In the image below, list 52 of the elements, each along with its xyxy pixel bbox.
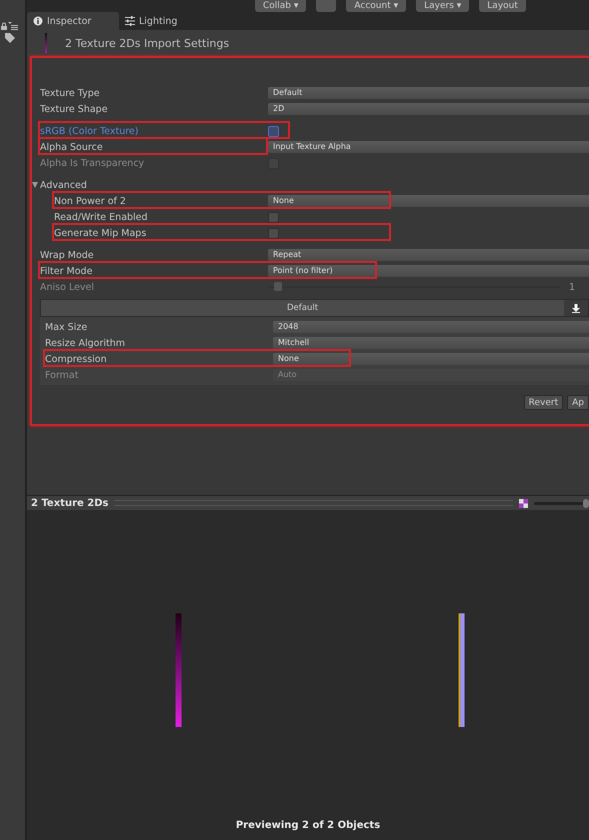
dropdown[interactable]: 2048 — [273, 321, 589, 333]
field-label: Aniso Level — [40, 282, 96, 292]
field-label: Alpha Is Transparency — [40, 158, 146, 168]
field-label: Non Power of 2 — [54, 196, 127, 206]
dropdown[interactable]: Default — [268, 87, 589, 99]
tab[interactable]: Inspector — [27, 12, 119, 30]
field-label: Alpha Source — [40, 142, 104, 152]
button[interactable]: Revert — [524, 395, 564, 410]
preview-title: 2 Texture 2Ds — [31, 498, 108, 508]
field-label: Compression — [45, 354, 108, 364]
section-label[interactable]: Advanced — [40, 180, 268, 190]
inspector-title: 2 Texture 2Ds Import Settings — [65, 36, 230, 50]
tab[interactable]: Lighting — [119, 12, 192, 30]
toolbar-button[interactable]: Account ▾ — [346, 0, 406, 12]
field-label: sRGB (Color Texture) — [40, 126, 140, 136]
platform-tab[interactable]: Default — [40, 299, 589, 317]
field-label: Wrap Mode — [40, 250, 95, 260]
dropdown[interactable]: None — [273, 353, 589, 365]
field-label: Filter Mode — [40, 266, 94, 276]
toolbar-button[interactable]: Layers ▾ — [416, 0, 470, 12]
field-label: Resize Algorithm — [45, 338, 126, 348]
dropdown[interactable]: 2D — [268, 103, 589, 115]
field-label: Format — [45, 370, 80, 380]
toolbar-button[interactable]: Collab ▾ — [255, 0, 306, 12]
tag-icon[interactable] — [4, 32, 16, 44]
info-icon — [33, 16, 43, 26]
dropdown[interactable]: None — [268, 195, 589, 207]
slider-value: 1 — [569, 282, 576, 292]
slider-thumb[interactable] — [583, 498, 589, 508]
download-button[interactable] — [564, 300, 588, 316]
checkbox[interactable] — [268, 126, 279, 136]
field-label: Generate Mip Maps — [54, 228, 148, 238]
dropdown[interactable]: Repeat — [268, 249, 589, 261]
expanded-triangle-icon[interactable] — [32, 182, 38, 188]
dropdown[interactable]: Point (no filter) — [268, 265, 589, 277]
lock-icon[interactable] — [1, 22, 7, 30]
field-label: Texture Shape — [40, 104, 109, 114]
checker-icon[interactable] — [519, 498, 528, 508]
field-label: Texture Type — [40, 88, 101, 98]
field-label: Max Size — [45, 322, 88, 332]
button[interactable]: Ap — [567, 395, 589, 410]
checkbox[interactable] — [268, 228, 279, 238]
preview-caption: Previewing 2 of 2 Objects — [234, 820, 382, 833]
menu-icon[interactable] — [8, 22, 18, 30]
field-label: Read/Write Enabled — [54, 212, 149, 222]
toolbar-button[interactable]: Layout — [479, 0, 526, 12]
dropdown[interactable]: Input Texture Alpha — [268, 141, 589, 153]
dropdown[interactable]: Mitchell — [273, 337, 589, 349]
dropdown: Auto — [273, 369, 589, 381]
checkbox[interactable] — [268, 212, 279, 222]
download-icon — [572, 304, 580, 312]
sliders-icon — [125, 16, 135, 26]
